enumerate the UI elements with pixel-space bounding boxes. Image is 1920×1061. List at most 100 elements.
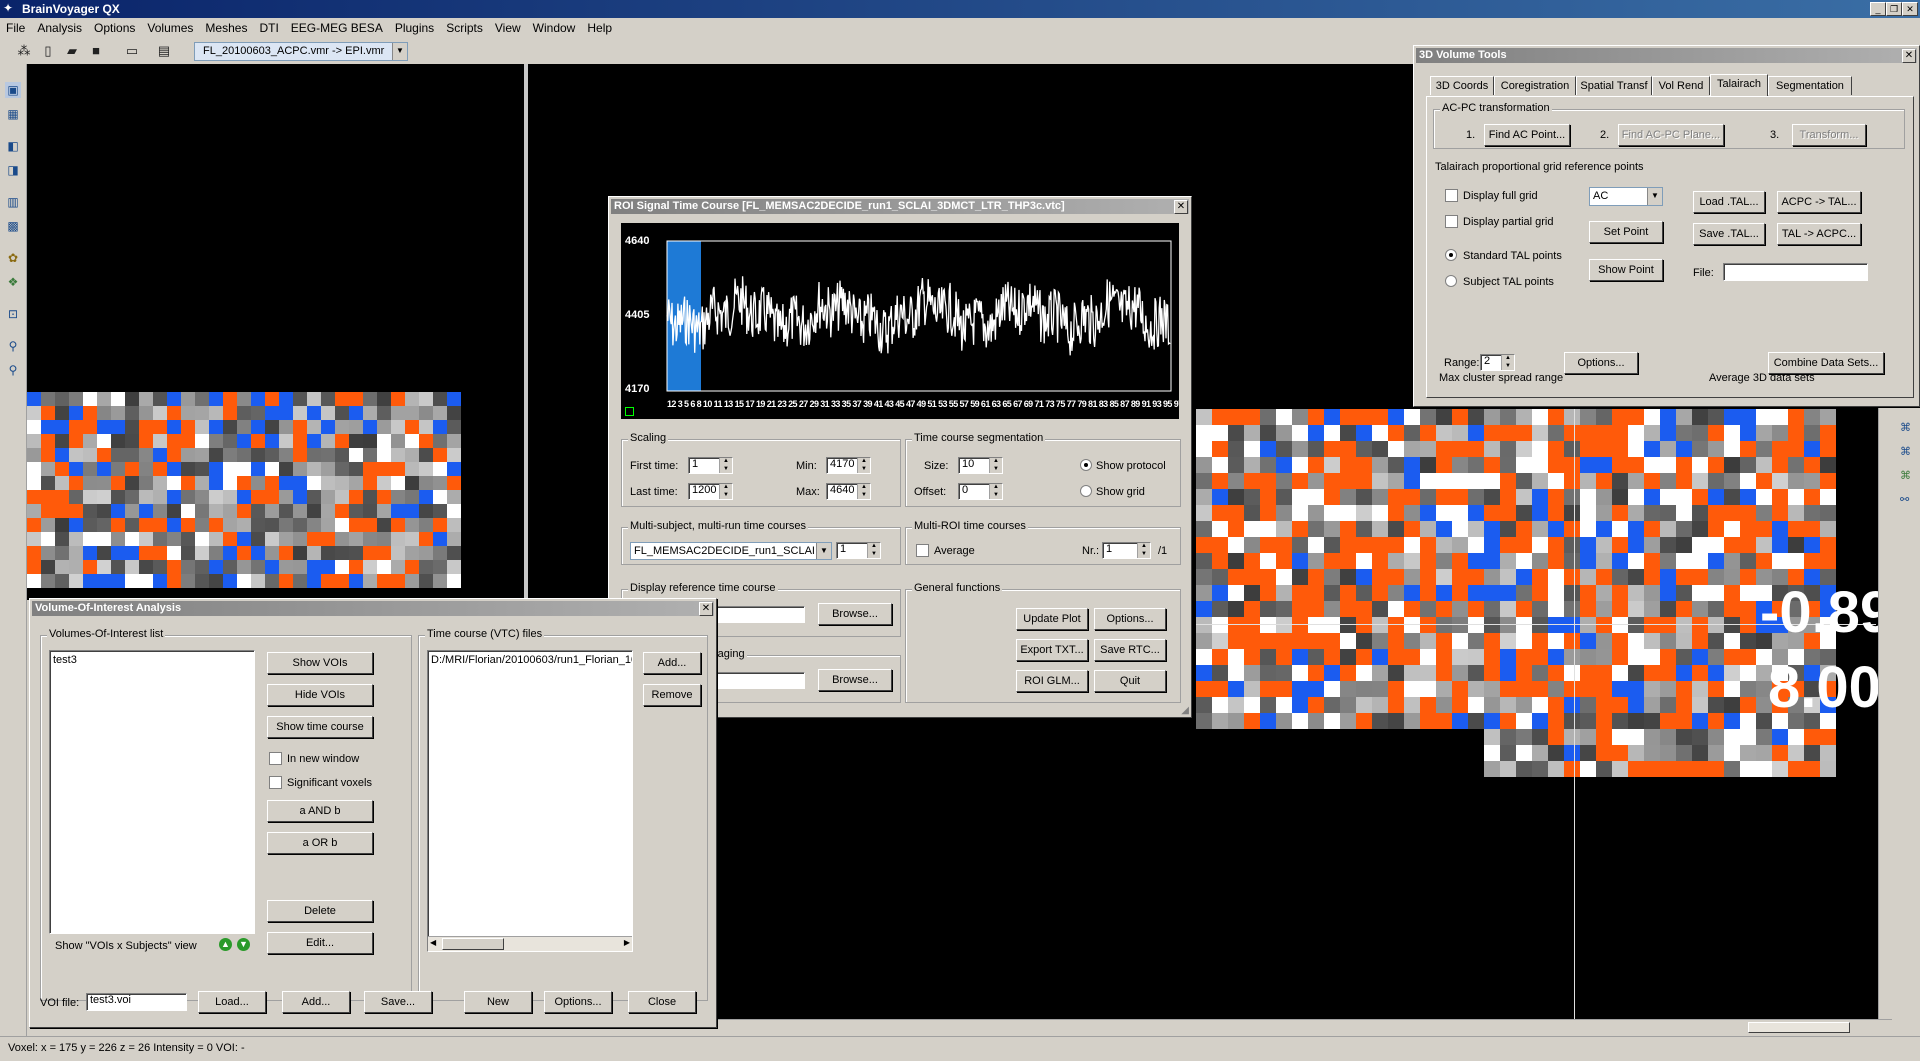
save-icon[interactable]: ■ xyxy=(88,43,104,59)
offset-input[interactable]: 0 ▲ ▼ xyxy=(958,483,1003,500)
link-icon[interactable]: ⚯ xyxy=(1900,493,1909,506)
hide-vois-button[interactable]: Hide VOIs xyxy=(267,684,373,706)
close-icon[interactable]: ✕ xyxy=(1902,2,1918,16)
time-course-plot[interactable]: 4640 4405 4170 12 3 5 6 8 10 11 13 15 17… xyxy=(621,223,1179,419)
min-input[interactable]: 4170 ▲ ▼ xyxy=(826,457,871,474)
average-checkbox[interactable] xyxy=(916,544,929,557)
max-input[interactable]: 4640 ▲ ▼ xyxy=(826,483,871,500)
cluster-options-button[interactable]: Options... xyxy=(1564,352,1638,374)
sagittal-view-icon[interactable]: ◧ xyxy=(5,138,21,154)
save-rtc-button[interactable]: Save RTC... xyxy=(1094,639,1166,661)
find-acpc-button[interactable]: Find AC-PC Plane... xyxy=(1618,124,1724,146)
grid-view-icon[interactable]: ▦ xyxy=(5,106,21,122)
pointer3-icon[interactable]: ⌘ xyxy=(1900,469,1911,482)
subject-tal-radio[interactable] xyxy=(1445,275,1457,287)
tal-to-acpc-button[interactable]: TAL -> ACPC... xyxy=(1777,223,1861,245)
display-partial-grid-checkbox[interactable] xyxy=(1445,215,1458,228)
acpc-to-tal-button[interactable]: ACPC -> TAL... xyxy=(1777,191,1861,213)
voi-close-button[interactable]: Close xyxy=(628,991,696,1013)
restore-icon[interactable]: ❐ xyxy=(1886,2,1902,16)
chevron-down-icon[interactable]: ▼ xyxy=(392,43,407,60)
arrow-down-icon[interactable]: ▼ xyxy=(237,938,250,951)
zoom-out-icon[interactable]: ⚲ xyxy=(5,362,21,378)
multi-subject-index[interactable]: 1 ▲ ▼ xyxy=(836,542,881,559)
minimize-icon[interactable]: _ xyxy=(1870,2,1886,16)
document-list-icon[interactable]: ▤ xyxy=(156,43,172,59)
show-grid-radio[interactable] xyxy=(1080,485,1092,497)
transform-button[interactable]: Transform... xyxy=(1792,124,1866,146)
horizontal-scrollbar[interactable] xyxy=(718,1019,1892,1034)
brain-icon[interactable]: ✿ xyxy=(5,250,21,266)
single-view-icon[interactable]: ▣ xyxy=(5,82,21,98)
roi-glm-button[interactable]: ROI GLM... xyxy=(1016,670,1088,692)
menu-item-view[interactable]: View xyxy=(489,18,527,35)
update-plot-button[interactable]: Update Plot xyxy=(1016,608,1088,630)
tab-vol-rend[interactable]: Vol Rend xyxy=(1652,76,1710,95)
menu-item-plugins[interactable]: Plugins xyxy=(389,18,440,35)
first-time-input[interactable]: 1 ▲ ▼ xyxy=(688,457,733,474)
vtc-scroll-thumb[interactable] xyxy=(442,938,504,950)
axial-view-icon[interactable]: ▥ xyxy=(5,194,21,210)
voi-add-button[interactable]: Add... xyxy=(282,991,350,1013)
roi-options-button[interactable]: Options... xyxy=(1094,608,1166,630)
menu-item-scripts[interactable]: Scripts xyxy=(440,18,489,35)
voi-list[interactable]: test3 xyxy=(49,650,255,934)
voi-new-button[interactable]: New xyxy=(464,991,532,1013)
tab-talairach[interactable]: Talairach xyxy=(1710,74,1768,96)
voi-file-input[interactable]: test3.voi xyxy=(86,993,187,1011)
menu-item-help[interactable]: Help xyxy=(581,18,618,35)
edit-button[interactable]: Edit... xyxy=(267,932,373,954)
menu-item-analysis[interactable]: Analysis xyxy=(31,18,88,35)
tal-file-input[interactable] xyxy=(1723,263,1868,281)
tab-spatial-transf[interactable]: Spatial Transf xyxy=(1576,76,1652,95)
reference-browse-button[interactable]: Browse... xyxy=(818,603,892,625)
vtc-add-button[interactable]: Add... xyxy=(643,652,701,674)
pointer2-icon[interactable]: ⌘ xyxy=(1900,445,1911,458)
zoom-icon[interactable]: ⚲ xyxy=(5,338,21,354)
surface-icon[interactable]: ❖ xyxy=(5,274,21,290)
show-vois-button[interactable]: Show VOIs xyxy=(267,652,373,674)
display-full-grid-checkbox[interactable] xyxy=(1445,189,1458,202)
tab-segmentation[interactable]: Segmentation xyxy=(1768,76,1852,95)
show-point-button[interactable]: Show Point xyxy=(1589,259,1663,281)
range-input[interactable]: 2 ▲ ▼ xyxy=(1480,354,1515,371)
window-icon[interactable]: ▭ xyxy=(124,43,140,59)
set-point-button[interactable]: Set Point xyxy=(1589,221,1663,243)
multi-slice-icon[interactable]: ▩ xyxy=(5,218,21,234)
tal-point-select[interactable]: AC ▼ xyxy=(1589,187,1663,206)
vertical-scrollbar[interactable] xyxy=(1878,405,1893,1019)
nr-input[interactable]: 1 ▲ ▼ xyxy=(1102,542,1151,559)
menu-item-file[interactable]: File xyxy=(0,18,31,35)
voi-load-button[interactable]: Load... xyxy=(198,991,266,1013)
crosshair-icon[interactable]: ⊡ xyxy=(5,306,21,322)
vtc-hscrollbar[interactable]: ◀ ▶ xyxy=(428,936,632,951)
wand-icon[interactable]: ⁂ xyxy=(16,43,32,59)
new-file-icon[interactable]: ▯ xyxy=(40,43,56,59)
multi-subject-select[interactable]: FL_MEMSAC2DECIDE_run1_SCLAI_3D ▼ xyxy=(630,542,832,560)
scroll-left-icon[interactable]: ◀ xyxy=(430,938,436,947)
find-ac-button[interactable]: Find AC Point... xyxy=(1484,124,1570,146)
voi-options-button[interactable]: Options... xyxy=(544,991,612,1013)
menu-item-options[interactable]: Options xyxy=(88,18,141,35)
viewport-left[interactable] xyxy=(27,64,524,600)
last-time-input[interactable]: 1200 ▲ ▼ xyxy=(688,483,733,500)
document-select[interactable]: FL_20100603_ACPC.vmr -> EPI.vmr ▼ xyxy=(194,42,408,61)
roi-dialog-close-icon[interactable]: ✕ xyxy=(1174,200,1188,214)
chevron-down-icon[interactable]: ▼ xyxy=(1647,188,1662,205)
menu-item-meshes[interactable]: Meshes xyxy=(199,18,253,35)
scroll-thumb[interactable] xyxy=(1748,1022,1850,1033)
delete-button[interactable]: Delete xyxy=(267,900,373,922)
chevron-down-icon[interactable]: ▼ xyxy=(816,543,831,559)
tab-coregistration[interactable]: Coregistration xyxy=(1494,76,1576,95)
averaging-browse-button[interactable]: Browse... xyxy=(818,669,892,691)
significant-voxels-checkbox[interactable] xyxy=(269,776,282,789)
voi-dialog-close-icon[interactable]: ✕ xyxy=(699,602,713,616)
menu-item-window[interactable]: Window xyxy=(527,18,582,35)
menu-item-volumes[interactable]: Volumes xyxy=(141,18,199,35)
show-protocol-radio[interactable] xyxy=(1080,459,1092,471)
arrow-up-icon[interactable]: ▲ xyxy=(219,938,232,951)
vtc-list[interactable]: D:/MRI/Florian/20100603/run1_Florian_10 … xyxy=(427,650,633,952)
plot-marker[interactable] xyxy=(625,407,634,416)
export-txt-button[interactable]: Export TXT... xyxy=(1016,639,1088,661)
coronal-view-icon[interactable]: ◨ xyxy=(5,162,21,178)
